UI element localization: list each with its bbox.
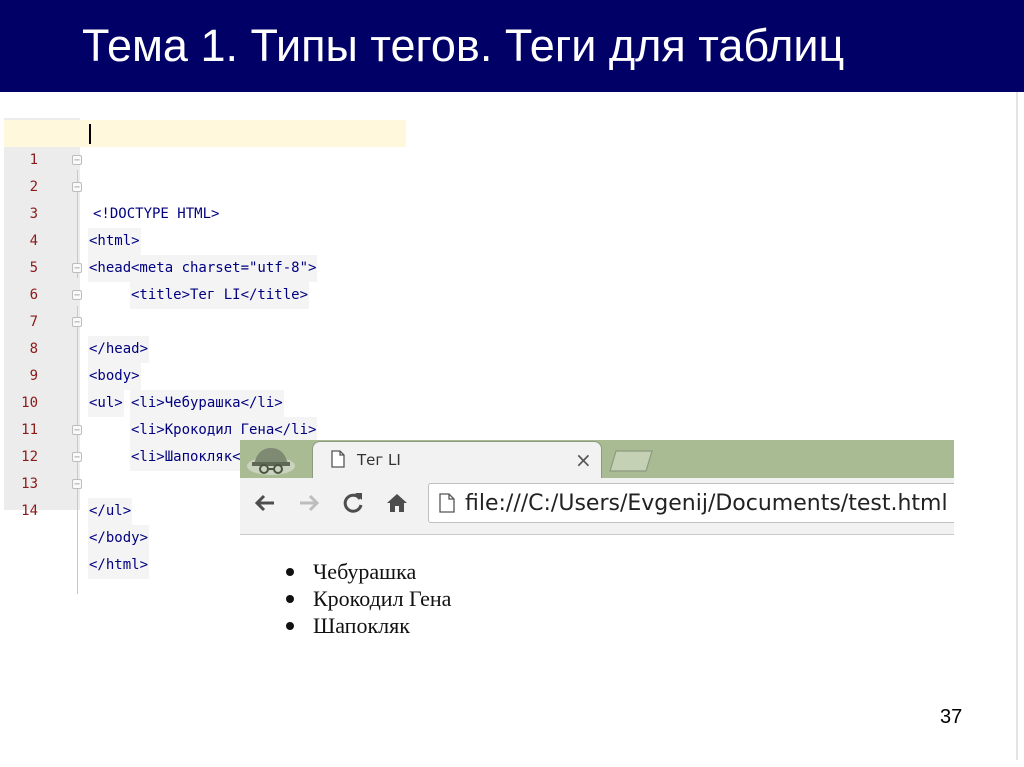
code-text: </body> bbox=[88, 525, 150, 552]
fold-toggle-icon[interactable]: − bbox=[72, 317, 82, 328]
line-number: 14 bbox=[21, 503, 38, 519]
bullet-icon bbox=[286, 622, 294, 630]
slide-title: Тема 1. Типы тегов. Теги для таблиц bbox=[82, 20, 845, 71]
code-line[interactable]: 13 − </body> bbox=[4, 444, 150, 552]
code-line[interactable]: 12 − </ul> bbox=[4, 417, 133, 525]
code-line[interactable]: 8 − <ul> bbox=[4, 309, 124, 417]
bullet-icon bbox=[286, 595, 294, 603]
address-url: file:///C:/Users/Evgenij/Documents/test.… bbox=[465, 491, 948, 516]
list-item-text: Шапокляк bbox=[313, 613, 410, 638]
fold-end-icon: − bbox=[72, 263, 82, 274]
code-text: </html> bbox=[88, 552, 150, 579]
close-icon[interactable]: × bbox=[575, 448, 592, 472]
code-text: <!DOCTYPE HTML> bbox=[93, 206, 220, 222]
fold-toggle-icon[interactable]: − bbox=[72, 155, 82, 166]
code-text: <html> bbox=[88, 228, 141, 255]
code-line[interactable]: 9 <li>Чебурашка</li> bbox=[4, 336, 284, 417]
list-item: Крокодил Гена bbox=[286, 585, 451, 612]
address-bar[interactable]: file:///C:/Users/Evgenij/Documents/test.… bbox=[428, 483, 954, 523]
tab-test-page[interactable]: Тег LI × bbox=[312, 441, 602, 478]
code-line[interactable]: 5 <title>Тег LI</title> bbox=[4, 228, 310, 309]
code-line[interactable]: 7 − <body> bbox=[4, 282, 141, 390]
home-icon[interactable] bbox=[384, 490, 410, 516]
code-text: <meta charset="utf-8"> bbox=[130, 255, 318, 282]
tab-strip: Тег LI × bbox=[240, 440, 954, 478]
code-line[interactable]: 11 <li>Шапокляк</li> bbox=[4, 390, 276, 471]
reload-icon[interactable] bbox=[340, 490, 366, 516]
new-tab-icon[interactable] bbox=[608, 449, 654, 473]
fold-end-icon: − bbox=[72, 425, 82, 436]
rendered-list: Чебурашка Крокодил Гена Шапокляк bbox=[286, 558, 451, 639]
fold-toggle-icon[interactable]: − bbox=[72, 290, 82, 301]
list-item-text: Чебурашка bbox=[313, 559, 417, 584]
code-text: <body> bbox=[88, 363, 141, 390]
bullet-icon bbox=[286, 568, 294, 576]
code-line[interactable]: 14 − </html> bbox=[4, 471, 150, 579]
code-text: <li>Чебурашка</li> bbox=[130, 390, 284, 417]
code-text: <ul> bbox=[88, 390, 124, 417]
code-line[interactable]: 6 − </head> bbox=[4, 255, 150, 363]
code-text: </head> bbox=[88, 336, 150, 363]
back-icon[interactable] bbox=[252, 490, 278, 516]
page-icon bbox=[331, 450, 345, 468]
code-line[interactable]: 4 <meta charset="utf-8"> bbox=[4, 201, 318, 282]
list-item: Шапокляк bbox=[286, 612, 451, 639]
slide-edge-divider bbox=[1016, 92, 1018, 760]
code-text: <title>Тег LI</title> bbox=[130, 282, 310, 309]
list-item-text: Крокодил Гена bbox=[313, 586, 452, 611]
fold-end-icon: − bbox=[72, 452, 82, 463]
forward-icon[interactable] bbox=[296, 490, 322, 516]
text-cursor bbox=[89, 124, 91, 144]
code-line[interactable]: 3 − <head> bbox=[4, 174, 141, 282]
list-item: Чебурашка bbox=[286, 558, 451, 585]
fold-toggle-icon[interactable]: − bbox=[72, 182, 82, 193]
incognito-icon bbox=[247, 448, 295, 475]
title-bar: Тема 1. Типы тегов. Теги для таблиц bbox=[0, 0, 1024, 92]
code-text: </ul> bbox=[88, 498, 133, 525]
browser-window: Тег LI × file:///C:/Users/Evgenij/Docume… bbox=[240, 440, 954, 535]
code-line[interactable]: 2 − <html> bbox=[4, 147, 141, 255]
page-number: 37 bbox=[940, 706, 963, 728]
tab-title: Тег LI bbox=[357, 451, 401, 469]
page-icon bbox=[439, 493, 455, 513]
fold-guide-html bbox=[77, 306, 78, 594]
code-line[interactable]: 10 <li>Крокодил Гена</li> bbox=[4, 363, 318, 444]
fold-end-icon: − bbox=[72, 479, 82, 490]
code-line[interactable]: 1 <!DOCTYPE HTML> bbox=[4, 120, 406, 222]
